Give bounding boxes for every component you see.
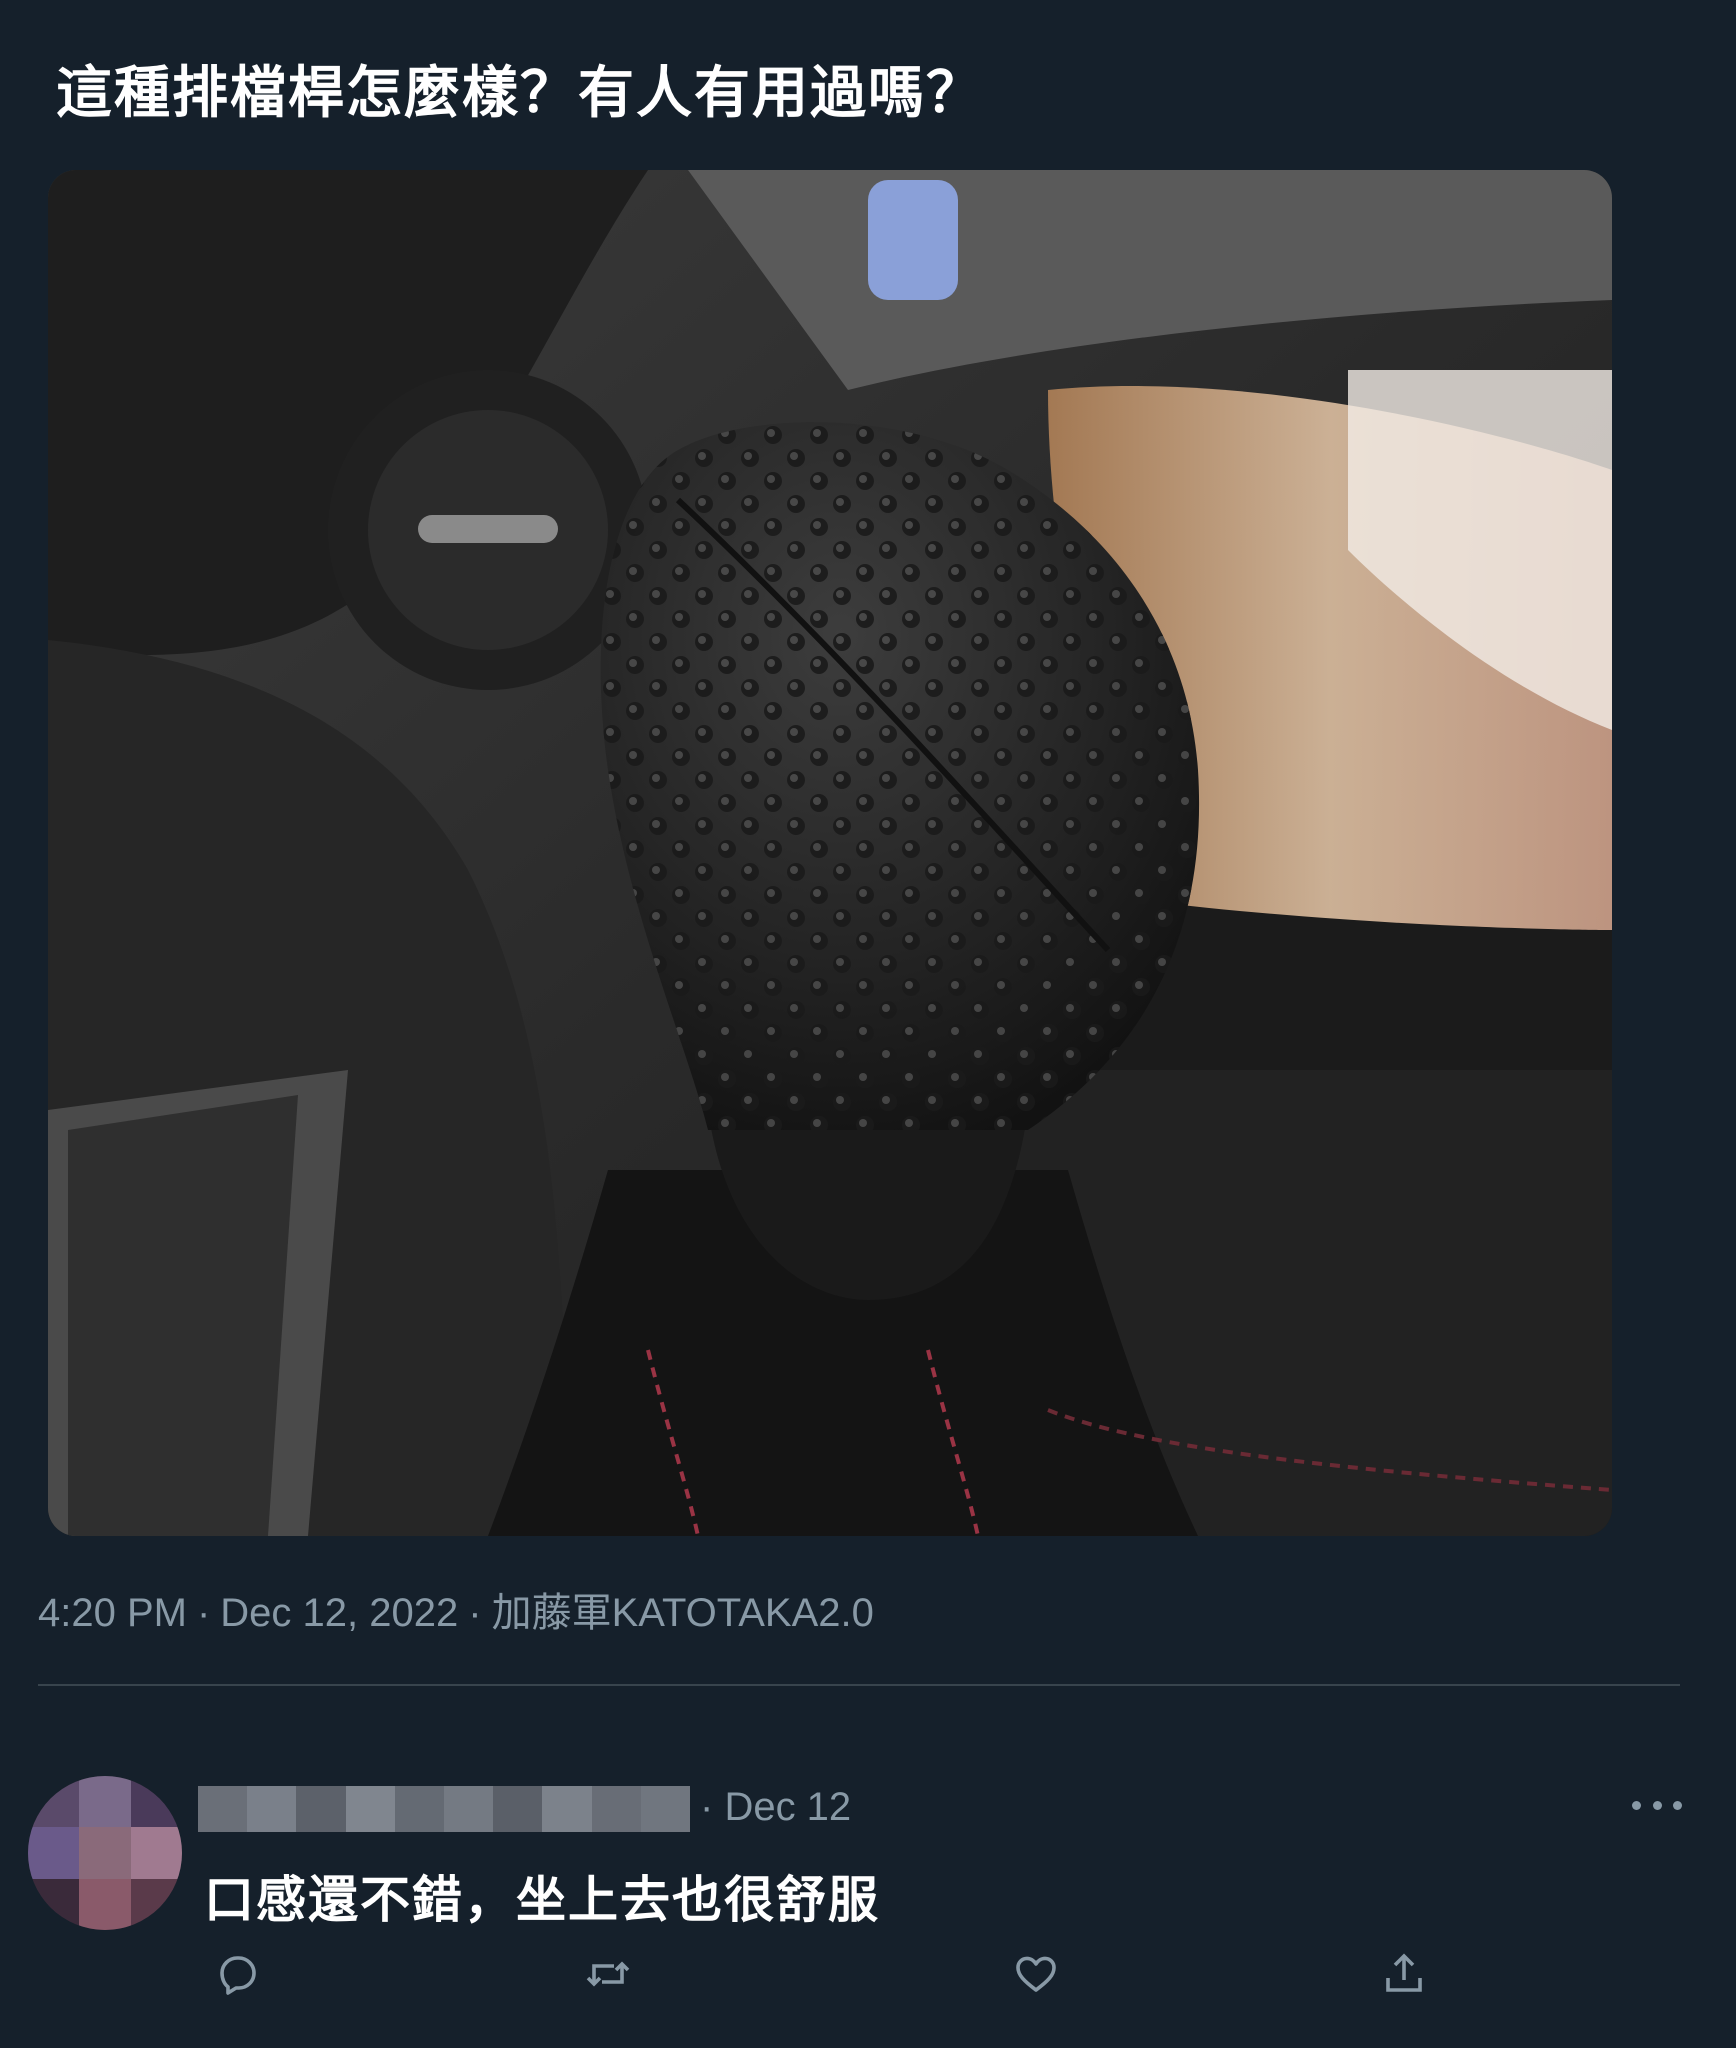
tweet-date[interactable]: Dec 12, 2022 (220, 1591, 458, 1635)
tweet-source[interactable]: 加藤軍KATOTAKA2.0 (492, 1591, 874, 1635)
heart-icon (1016, 1956, 1056, 1992)
more-icon[interactable] (1632, 1790, 1682, 1820)
gear-shift-knob-photo (48, 170, 1612, 1536)
share-icon (1386, 1953, 1422, 1992)
tweet-text: 這種排檔桿怎麼樣？有人有用過嗎？ (56, 61, 984, 126)
retweet-icon (586, 1961, 630, 1987)
reply-text: 口感還不錯，坐上去也很舒服 (204, 1871, 880, 1929)
reply-author-name-blurred[interactable] (198, 1786, 690, 1832)
tweet-time[interactable]: 4:20 PM (38, 1591, 187, 1635)
divider (38, 1684, 1680, 1686)
separator-dot: · (468, 1591, 482, 1635)
separator-dot: · (196, 1591, 211, 1635)
share-button[interactable] (1374, 1944, 1434, 2004)
tweet-meta: 4:20 PM · Dec 12, 2022 · 加藤軍KATOTAKA2.0 (38, 1580, 874, 1638)
like-button[interactable] (1006, 1944, 1066, 2004)
reply-icon (220, 1956, 256, 1995)
avatar[interactable] (28, 1776, 182, 1930)
tweet-media-image[interactable] (48, 170, 1612, 1536)
reply-button[interactable] (208, 1944, 268, 2004)
reply-date[interactable]: · Dec 12 (700, 1785, 851, 1830)
reply-date-label: Dec 12 (724, 1785, 852, 1829)
retweet-button[interactable] (578, 1944, 638, 2004)
